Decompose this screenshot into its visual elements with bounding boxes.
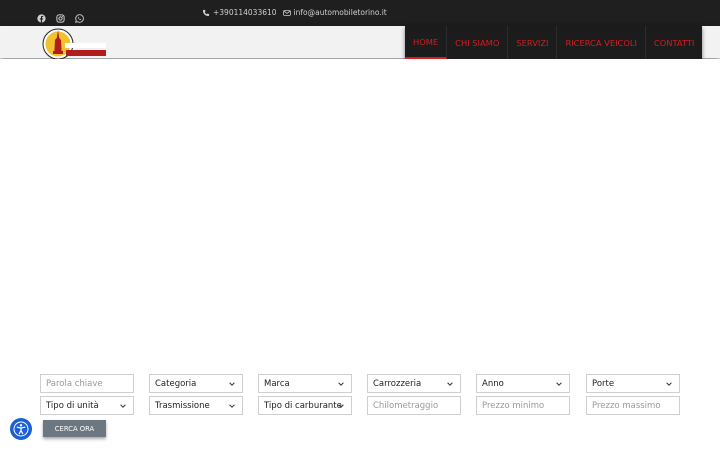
whatsapp-icon[interactable] [75,8,84,23]
email-link[interactable]: info@automobiletorino.it [282,8,387,17]
brand-label: Marca [264,378,290,389]
envelope-icon [282,9,291,16]
chevron-down-icon [120,404,126,408]
brand-select[interactable]: Marca [258,374,352,393]
mileage-placeholder: Chilometraggio [373,400,439,411]
transmission-label: Trasmissione [155,400,210,411]
nav-item-servizi[interactable]: SERVIZI [508,26,558,59]
chevron-down-icon [338,382,344,386]
nav-label: CHI SIAMO [455,37,500,48]
phone-text: +390114033610 [213,8,277,17]
category-select[interactable]: Categoria [149,374,243,393]
instagram-icon[interactable] [56,8,65,23]
mileage-input[interactable]: Chilometraggio [367,396,461,415]
accessibility-icon [13,421,29,437]
chevron-down-icon [447,382,453,386]
site-logo[interactable] [42,27,108,60]
chevron-down-icon [229,382,235,386]
nav-label: RICERCA VEICOLI [565,37,637,48]
unit-type-select[interactable]: Tipo di unità [40,396,134,415]
search-button[interactable]: CERCA ORA [43,420,106,437]
hero-area [0,59,720,359]
chevron-down-icon [338,404,344,408]
nav-item-chi-siamo[interactable]: CHI SIAMO [447,26,509,59]
email-text: info@automobiletorino.it [293,8,387,17]
top-bar: +390114033610 info@automobiletorino.it [0,0,720,26]
facebook-icon[interactable] [37,8,46,23]
unit-type-label: Tipo di unità [46,400,99,411]
min-price-input[interactable]: Prezzo minimo [476,396,570,415]
nav-item-contatti[interactable]: CONTATTI [646,26,702,59]
fuel-select[interactable]: Tipo di carburante [258,396,352,415]
min-price-placeholder: Prezzo minimo [482,400,545,411]
nav-label: SERVIZI [516,37,549,48]
accessibility-button[interactable] [10,418,32,440]
contact-info: +390114033610 info@automobiletorino.it [202,8,387,17]
doors-select[interactable]: Porte [586,374,680,393]
year-select[interactable]: Anno [476,374,570,393]
social-links [37,8,84,23]
nav-label: HOME [413,36,439,47]
search-button-label: CERCA ORA [54,424,95,433]
keyword-input[interactable]: Parola chiave [40,374,134,393]
transmission-select[interactable]: Trasmissione [149,396,243,415]
max-price-input[interactable]: Prezzo massimo [586,396,680,415]
main-nav: HOME CHI SIAMO SERVIZI RICERCA VEICOLI C… [405,26,703,59]
nav-item-home[interactable]: HOME [405,26,448,59]
max-price-placeholder: Prezzo massimo [592,400,661,411]
body-select[interactable]: Carrozzeria [367,374,461,393]
chevron-down-icon [556,382,562,386]
phone-icon [202,9,210,16]
chevron-down-icon [666,382,672,386]
doors-label: Porte [592,378,615,389]
keyword-placeholder: Parola chiave [46,378,103,389]
chevron-down-icon [229,404,235,408]
category-label: Categoria [155,378,197,389]
nav-item-ricerca-veicoli[interactable]: RICERCA VEICOLI [557,26,646,59]
phone-link[interactable]: +390114033610 [202,8,277,17]
year-label: Anno [482,378,504,389]
fuel-label: Tipo di carburante [264,400,342,411]
body-label: Carrozzeria [373,378,422,389]
nav-label: CONTATTI [653,37,695,48]
